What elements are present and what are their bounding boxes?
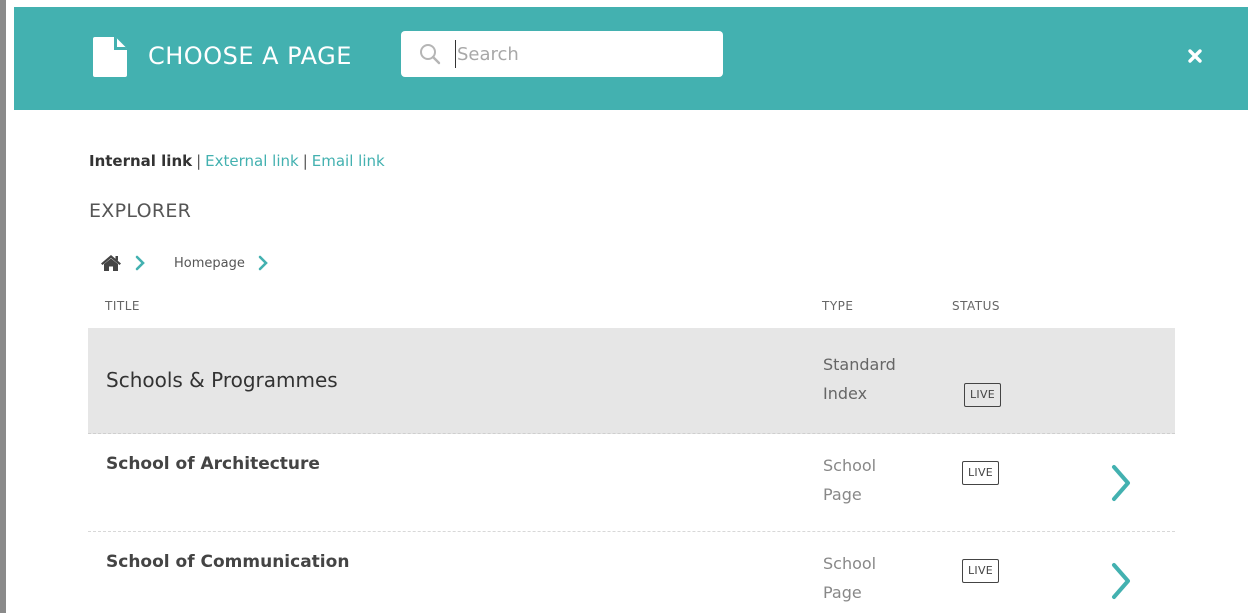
background-scroll-bar [0,0,6,613]
column-header-title: TITLE [105,299,140,313]
column-header-status: STATUS [952,299,1001,313]
chevron-right-icon [135,255,145,271]
parent-page-title[interactable]: Schools & Programmes [106,368,338,392]
status-badge: LIVE [962,461,1000,485]
background-page-strip [0,0,14,613]
modal-title: CHOOSE A PAGE [148,42,352,70]
page-type-line: Page [823,485,862,504]
chevron-right-icon [258,255,268,271]
close-button[interactable] [1180,41,1210,71]
page-type: Standard Index [823,350,923,408]
link-type-tabs: Internal link | External link | Email link [89,150,385,172]
breadcrumb: Homepage [100,252,269,274]
search-icon [420,44,441,65]
link-separator: | [302,152,308,170]
tab-external-link[interactable]: External link [205,152,299,170]
page-type-line: Page [823,583,862,602]
search-input[interactable] [455,40,715,68]
choose-page-modal: CHOOSE A PAGE Internal link|External lin… [14,7,1248,613]
chevron-right-icon[interactable] [1111,464,1131,502]
page-title[interactable]: School of Architecture [106,454,320,474]
status-badge: LIVE [962,559,1000,583]
tab-email-link[interactable]: Email link [312,152,385,170]
document-icon [93,37,127,77]
tab-internal-link[interactable]: Internal link [89,152,192,170]
chevron-right-icon[interactable] [1111,562,1131,600]
close-icon [1188,49,1202,63]
page-type-line: Standard [823,355,896,374]
search-box[interactable] [401,31,723,77]
page-type: School Page [823,549,923,607]
page-type-line: Index [823,384,868,403]
page-type-line: School [823,554,877,573]
explorer-title: EXPLORER [89,200,192,222]
page-type-line: School [823,456,877,475]
column-header-type: TYPE [822,299,854,313]
table-row[interactable]: School of Architecture School Page LIVE [88,435,1175,532]
link-separator: | [196,152,202,170]
breadcrumb-homepage[interactable]: Homepage [174,256,245,271]
page-type: School Page [823,451,923,509]
status-badge: LIVE [964,383,1002,407]
modal-header: CHOOSE A PAGE [14,7,1248,110]
home-icon[interactable] [100,254,122,272]
table-row[interactable]: School of Communication School Page LIVE [88,533,1175,613]
parent-page-row[interactable]: Schools & Programmes Standard Index LIVE [88,328,1175,434]
page-title[interactable]: School of Communication [106,552,349,572]
